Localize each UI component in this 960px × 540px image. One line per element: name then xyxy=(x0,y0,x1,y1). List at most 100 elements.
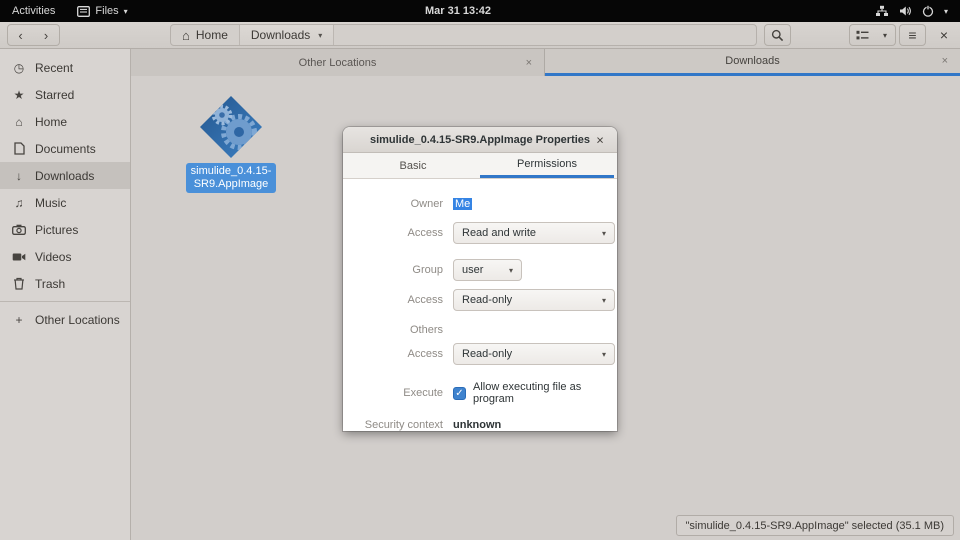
others-label: Others xyxy=(409,324,443,336)
owner-access-row: Access Read and write ▾ xyxy=(351,222,617,244)
status-bar: "simulide_0.4.15-SR9.AppImage" selected … xyxy=(675,515,954,536)
file-name-label: simulide_0.4.15- SR9.AppImage xyxy=(185,163,277,193)
security-context-label: Security context xyxy=(364,419,443,431)
sidebar-item-label: Downloads xyxy=(35,168,95,183)
system-status-area[interactable]: ▾ xyxy=(875,0,948,22)
tab-label: Downloads xyxy=(725,55,780,67)
path-bar-empty xyxy=(334,25,756,45)
dialog-close-button[interactable]: × xyxy=(592,132,608,147)
dialog-body: Owner Me Access Read and write ▾ Group u… xyxy=(343,179,617,431)
video-icon xyxy=(12,252,26,262)
chevron-down-icon: ▾ xyxy=(508,265,513,275)
files-app-icon xyxy=(77,5,91,17)
sidebar-item-downloads[interactable]: ↓ Downloads xyxy=(0,162,130,189)
chevron-down-icon: ▾ xyxy=(601,295,606,305)
top-bar: Activities Files ▾ Mar 31 13:42 ▾ xyxy=(0,0,960,22)
forward-button[interactable]: › xyxy=(33,24,60,46)
sidebar-item-label: Documents xyxy=(35,141,96,156)
group-dropdown[interactable]: user ▾ xyxy=(453,259,522,281)
sidebar-item-label: Recent xyxy=(35,60,74,75)
activities-button[interactable]: Activities xyxy=(12,5,55,17)
sidebar-item-home[interactable]: ⌂ Home xyxy=(0,108,130,135)
tab-bar: Other Locations × Downloads × xyxy=(131,49,960,76)
back-button[interactable]: ‹ xyxy=(7,24,34,46)
tab-downloads[interactable]: Downloads × xyxy=(545,49,960,76)
others-access-dropdown[interactable]: Read-only ▾ xyxy=(453,343,615,365)
owner-value[interactable]: Me xyxy=(453,198,473,210)
app-menu-files[interactable]: Files ▾ xyxy=(77,5,128,17)
chevron-down-icon: ▾ xyxy=(123,6,128,16)
sidebar-item-documents[interactable]: Documents xyxy=(0,135,130,162)
sidebar-separator xyxy=(0,301,130,302)
list-view-icon xyxy=(856,30,869,39)
sidebar-item-label: Home xyxy=(35,114,68,129)
chevron-down-icon: ▾ xyxy=(882,30,887,40)
view-toggle-button[interactable] xyxy=(849,24,876,46)
owner-label: Owner xyxy=(410,198,443,210)
dialog-tabs: Basic Permissions xyxy=(343,153,617,179)
group-access-row: Access Read-only ▾ xyxy=(351,289,617,311)
search-button[interactable] xyxy=(764,24,791,46)
group-row: Group user ▾ xyxy=(351,259,617,281)
file-item-appimage[interactable]: simulide_0.4.15- SR9.AppImage xyxy=(181,94,281,193)
tab-basic[interactable]: Basic xyxy=(346,153,480,178)
home-icon: ⌂ xyxy=(182,27,190,43)
chevron-down-icon: ▾ xyxy=(943,6,948,16)
path-bar: ⌂ Home Downloads ▾ xyxy=(170,24,757,46)
others-access-row: Access Read-only ▾ xyxy=(351,343,617,365)
security-context-value: unknown xyxy=(453,419,502,431)
dropdown-value: user xyxy=(462,264,484,276)
dialog-titlebar[interactable]: simulide_0.4.15-SR9.AppImage Properties … xyxy=(343,127,617,153)
sidebar-item-label: Videos xyxy=(35,249,72,264)
chevron-down-icon: ▾ xyxy=(601,349,606,359)
sidebar-item-other-locations[interactable]: + Other Locations xyxy=(0,306,130,333)
owner-access-dropdown[interactable]: Read and write ▾ xyxy=(453,222,615,244)
group-label: Group xyxy=(412,264,443,276)
sidebar: ◷ Recent ★ Starred ⌂ Home Documents ↓ Do… xyxy=(0,49,131,540)
clock-icon: ◷ xyxy=(13,60,25,75)
sidebar-item-recent[interactable]: ◷ Recent xyxy=(0,54,130,81)
tab-other-locations[interactable]: Other Locations × xyxy=(131,49,545,76)
group-access-dropdown[interactable]: Read-only ▾ xyxy=(453,289,615,311)
chevron-down-icon: ▾ xyxy=(601,228,606,238)
selection-status-text: "simulide_0.4.15-SR9.AppImage" selected … xyxy=(685,519,945,532)
view-options-button[interactable]: ▾ xyxy=(875,24,896,46)
tab-close-icon[interactable]: × xyxy=(526,57,532,69)
home-icon: ⌂ xyxy=(15,114,23,129)
dropdown-value: Read-only xyxy=(462,294,513,306)
hamburger-menu-button[interactable]: ≡ xyxy=(899,24,926,46)
sidebar-item-starred[interactable]: ★ Starred xyxy=(0,81,130,108)
sidebar-item-label: Music xyxy=(35,195,67,210)
plus-icon: + xyxy=(15,312,23,327)
sidebar-item-label: Pictures xyxy=(35,222,79,237)
search-icon xyxy=(771,29,784,41)
trash-icon xyxy=(12,277,26,290)
security-context-row: Security context unknown xyxy=(351,419,617,431)
screen: Activities Files ▾ Mar 31 13:42 ▾ ‹ › ⌂ … xyxy=(0,0,960,540)
volume-icon xyxy=(899,6,911,16)
properties-dialog: simulide_0.4.15-SR9.AppImage Properties … xyxy=(343,127,617,431)
owner-access-label: Access xyxy=(407,227,443,239)
path-segment-downloads[interactable]: Downloads ▾ xyxy=(239,25,335,45)
clock[interactable]: Mar 31 13:42 xyxy=(425,5,491,17)
sidebar-item-pictures[interactable]: Pictures xyxy=(0,216,130,243)
header-bar: ‹ › ⌂ Home Downloads ▾ ▾ ≡ × xyxy=(0,22,960,49)
sidebar-item-videos[interactable]: Videos xyxy=(0,243,130,270)
group-access-label: Access xyxy=(407,294,443,306)
path-segment-home[interactable]: ⌂ Home xyxy=(171,25,240,45)
sidebar-item-label: Other Locations xyxy=(35,312,120,327)
sidebar-item-music[interactable]: ♫ Music xyxy=(0,189,130,216)
tab-permissions[interactable]: Permissions xyxy=(480,153,614,178)
owner-row: Owner Me xyxy=(351,198,617,210)
others-row: Others xyxy=(351,324,617,336)
path-current-label: Downloads xyxy=(250,28,311,42)
dialog-title: simulide_0.4.15-SR9.AppImage Properties xyxy=(369,133,591,146)
dropdown-value: Read-only xyxy=(462,348,513,360)
chevron-down-icon: ▾ xyxy=(318,30,323,40)
execute-row: Execute ✓ Allow executing file as progra… xyxy=(351,381,617,405)
execute-checkbox[interactable]: ✓ xyxy=(453,386,466,400)
sidebar-item-label: Starred xyxy=(35,87,75,102)
sidebar-item-trash[interactable]: Trash xyxy=(0,270,130,297)
window-close-button[interactable]: × xyxy=(932,24,956,46)
tab-close-icon[interactable]: × xyxy=(942,55,948,67)
